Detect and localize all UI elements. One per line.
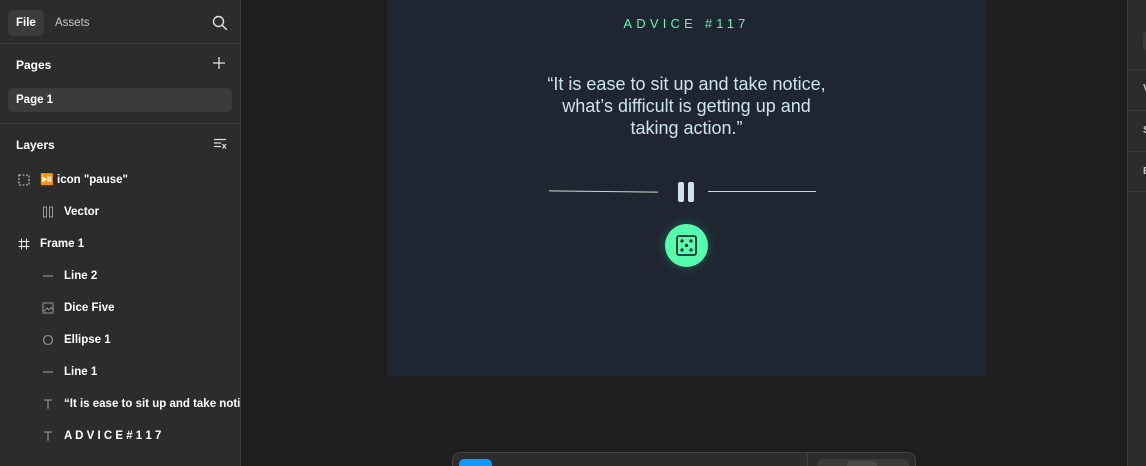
layers-title: Layers — [16, 138, 55, 152]
page-item[interactable]: Page 1 — [8, 88, 232, 112]
layer-row-ellipse-1[interactable]: Ellipse 1 — [0, 324, 240, 356]
move-tool-button[interactable] — [459, 459, 492, 466]
bottom-toolbar — [452, 452, 916, 466]
mode-toggle[interactable] — [817, 459, 909, 466]
layer-row-icon-pause[interactable]: ⏯️ icon "pause" — [0, 164, 240, 196]
dice-button[interactable] — [665, 224, 708, 267]
add-page-icon[interactable] — [212, 56, 226, 70]
vector-pause-icon — [43, 206, 53, 218]
layer-emoji: ⏯️ — [40, 174, 54, 186]
line-icon — [43, 275, 53, 277]
selection-dashed-icon — [18, 174, 30, 186]
tab-file[interactable]: File — [8, 10, 44, 36]
panel-tabs: File Assets — [0, 0, 240, 44]
advice-card-frame[interactable]: ADVICE #117 “It is ease to sit up and ta… — [387, 0, 986, 376]
layer-row-quote-text[interactable]: “It is ease to sit up and take notice, w… — [0, 388, 240, 420]
advice-quote: “It is ease to sit up and take notice, w… — [547, 74, 826, 138]
layer-name: Ellipse 1 — [64, 334, 111, 346]
layer-name: icon "pause" — [57, 174, 128, 186]
right-panel-section: E — [1128, 152, 1146, 192]
search-icon[interactable] — [212, 15, 228, 31]
layer-row-vector[interactable]: Vector — [0, 196, 240, 228]
layer-row-line-1[interactable]: Line 1 — [0, 356, 240, 388]
layer-row-advice-text[interactable]: A D V I C E # 1 1 7 — [0, 420, 240, 452]
layers-collapse-icon[interactable] — [213, 138, 227, 150]
layer-name: “It is ease to sit up and take notice, w… — [64, 398, 240, 410]
layer-name: Line 2 — [64, 270, 98, 282]
layer-name: Dice Five — [64, 302, 115, 314]
layer-name: A D V I C E # 1 1 7 — [64, 430, 162, 442]
pages-title: Pages — [16, 58, 52, 72]
frame-hash-icon — [18, 238, 30, 250]
layer-row-line-2[interactable]: Line 2 — [0, 260, 240, 292]
text-icon — [44, 431, 52, 441]
layer-name: Frame 1 — [40, 238, 85, 250]
divider-line-left — [548, 190, 659, 193]
tab-assets[interactable]: Assets — [47, 10, 98, 36]
layer-name: Vector — [64, 206, 100, 218]
right-panel-section: S — [1128, 111, 1146, 152]
figma-editor: File Assets Pages Page 1 Layers ⏯️ icon … — [0, 0, 1146, 466]
right-panel-section — [1128, 0, 1146, 70]
pages-section: Pages Page 1 — [0, 44, 240, 124]
right-panel-section: V — [1128, 70, 1146, 111]
mode-toggle-knob[interactable] — [847, 461, 877, 466]
layers-section: Layers ⏯️ icon "pause" Vector Frame 1 Li… — [0, 124, 240, 466]
layer-row-dice-five[interactable]: Dice Five — [0, 292, 240, 324]
dice-five-icon — [676, 235, 697, 256]
layer-row-frame-1[interactable]: Frame 1 — [0, 228, 240, 260]
ellipse-icon — [42, 334, 54, 346]
advice-heading: ADVICE #117 — [623, 16, 750, 31]
right-panel: V S E — [1127, 0, 1146, 466]
left-panel: File Assets Pages Page 1 Layers ⏯️ icon … — [0, 0, 241, 466]
line-icon — [43, 371, 53, 373]
layer-name: Line 1 — [64, 366, 98, 378]
divider-line-right — [708, 191, 816, 192]
toolbar-divider — [807, 453, 808, 466]
pause-icon — [678, 182, 694, 202]
text-icon — [44, 399, 52, 409]
image-icon — [42, 302, 54, 314]
